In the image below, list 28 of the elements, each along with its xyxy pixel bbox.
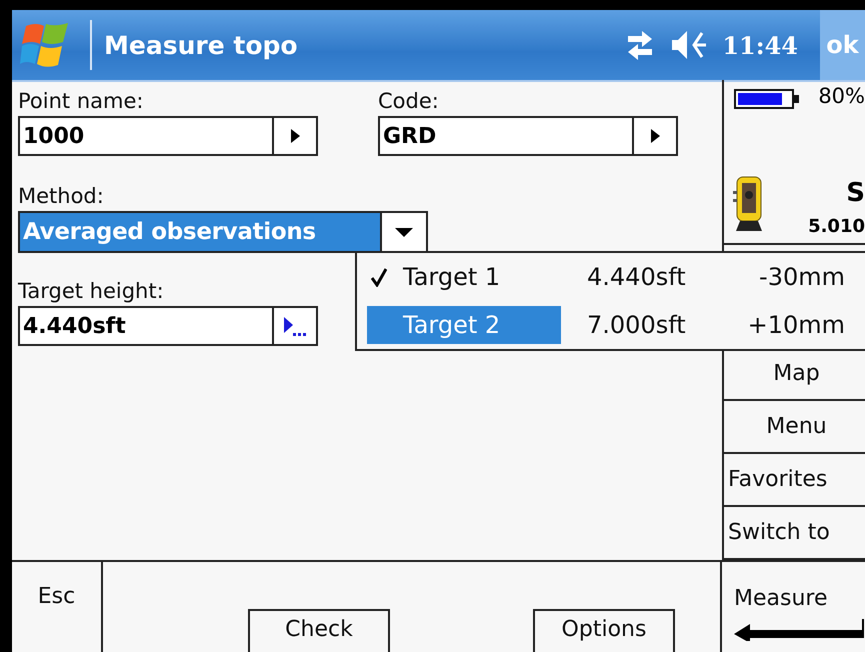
input-field[interactable]: GRD bbox=[378, 116, 678, 156]
enter-arrow-icon bbox=[734, 617, 864, 641]
target-height: 4.440sft bbox=[586, 263, 687, 291]
clock-time: 11:44 bbox=[722, 30, 798, 60]
target-height: 7.000sft bbox=[586, 311, 687, 339]
battery-icon bbox=[734, 89, 800, 109]
method-dropdown[interactable]: Averaged observations bbox=[18, 211, 428, 253]
input-field[interactable]: 1000 bbox=[18, 116, 318, 156]
window-title: Measure topo bbox=[104, 30, 299, 60]
field-label: Point name: bbox=[18, 88, 144, 115]
caret-icon bbox=[394, 226, 414, 238]
check-button[interactable]: Check bbox=[248, 609, 390, 652]
options-button[interactable]: Options bbox=[533, 609, 675, 652]
battery-percent: 80% bbox=[818, 84, 865, 108]
input-field[interactable]: 4.440sft bbox=[18, 306, 318, 346]
instrument-reading: 5.010 bbox=[808, 216, 865, 237]
windows-logo-icon[interactable] bbox=[20, 22, 70, 68]
target-menu-item[interactable]: Target 2 bbox=[367, 306, 561, 344]
target-offset: -30mm bbox=[758, 263, 845, 291]
instrument-name: S bbox=[846, 178, 865, 208]
play-arrow-icon bbox=[649, 128, 661, 144]
field-label: Code: bbox=[378, 88, 440, 115]
measure-button[interactable]: Measure bbox=[720, 562, 863, 652]
target-offset: +10mm bbox=[746, 311, 845, 339]
field-label: Method: bbox=[18, 183, 105, 210]
play-arrow-icon bbox=[289, 128, 301, 144]
target-menu-item[interactable]: Target 1 bbox=[391, 258, 561, 296]
field-label: Target height: bbox=[18, 278, 165, 305]
